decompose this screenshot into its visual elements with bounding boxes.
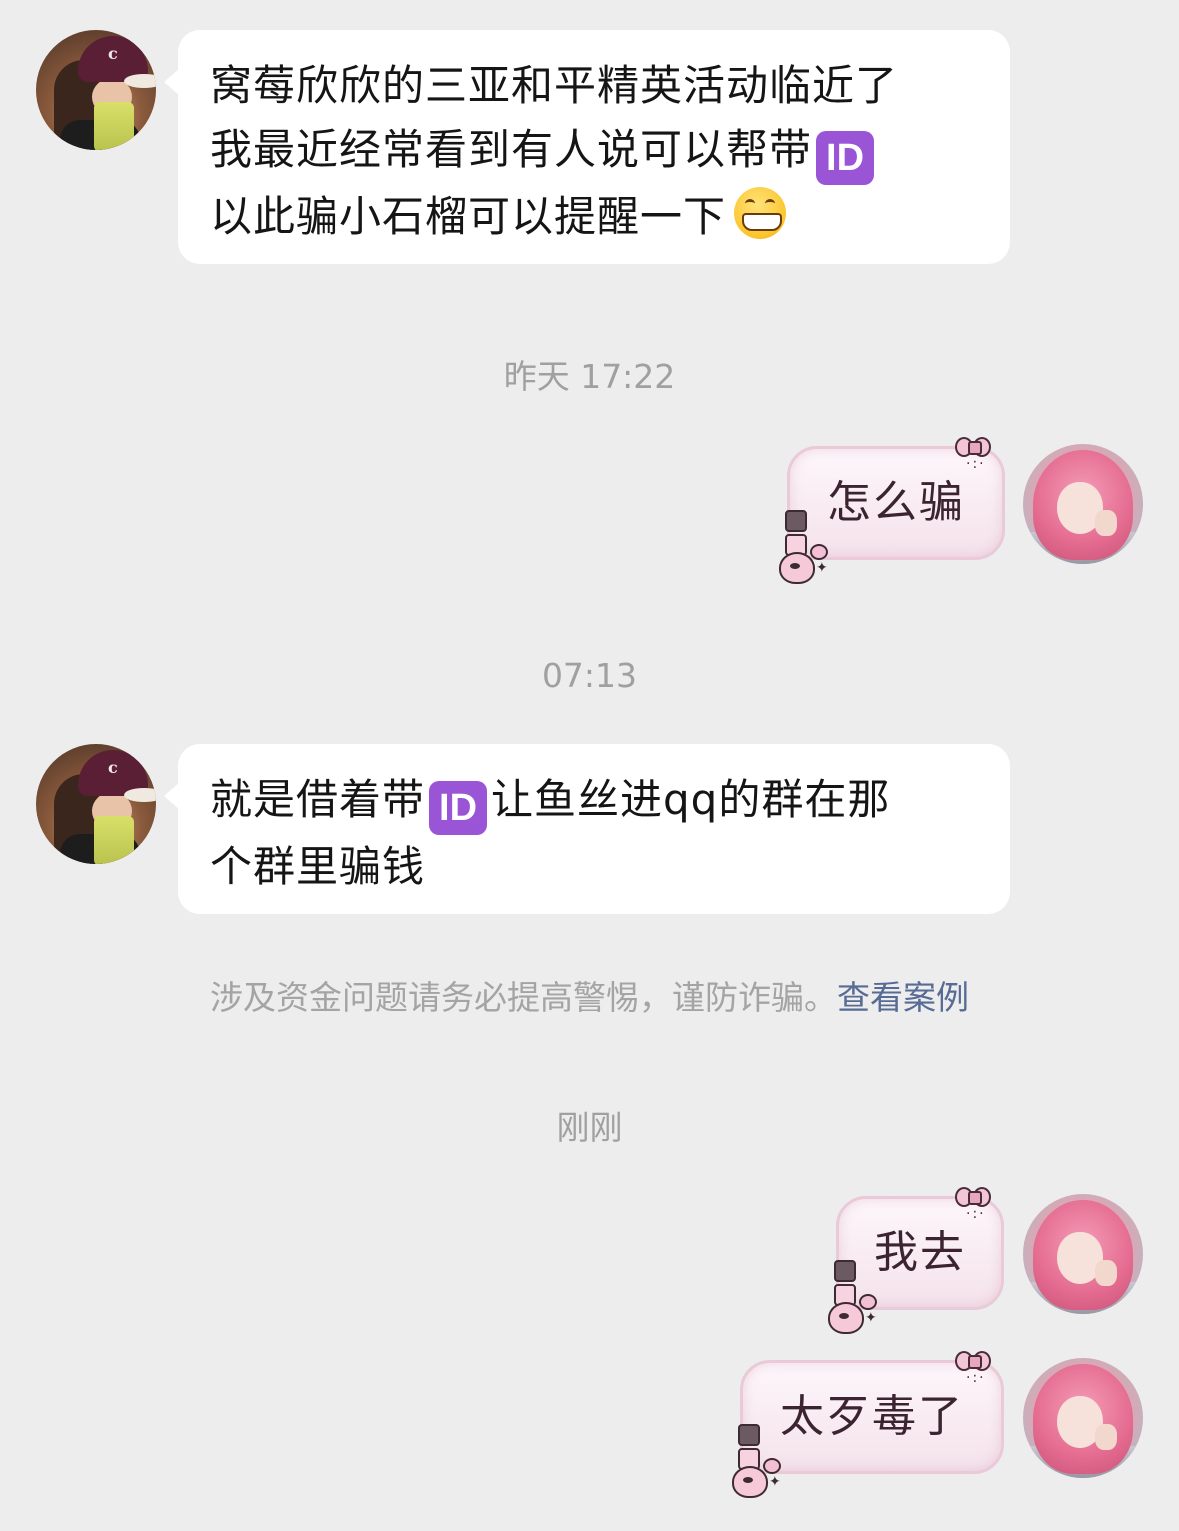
message-timestamp: 07:13 xyxy=(541,656,638,695)
message-text: 太歹毒了 xyxy=(780,1391,964,1442)
block-stack-decoration xyxy=(832,1260,858,1308)
contact-avatar[interactable]: c xyxy=(36,744,156,864)
heart-decoration xyxy=(859,1294,877,1310)
heart-decoration xyxy=(810,544,828,560)
star-decoration: ✦ xyxy=(816,560,828,576)
heart-decoration xyxy=(828,1302,864,1334)
message-text: 让鱼丝进qq的群在那 xyxy=(491,775,891,824)
incoming-message-bubble[interactable]: 窝莓欣欣的三亚和平精英活动临近了 我最近经常看到有人说可以帮带 ID 以此骗小石榴… xyxy=(164,30,1010,264)
message-line: 就是借着带 ID 让鱼丝进qq的群在那 xyxy=(210,768,980,835)
outgoing-message-bubble[interactable]: 太歹毒了 xyxy=(740,1360,1004,1474)
my-avatar[interactable] xyxy=(1023,1358,1143,1478)
dots-decoration: ·:· xyxy=(966,1370,986,1386)
message-timestamp: 刚刚 xyxy=(556,1108,623,1147)
heart-decoration xyxy=(732,1466,768,1498)
dots-decoration: ·:· xyxy=(966,456,986,472)
heart-decoration xyxy=(763,1458,781,1474)
message-line: 我最近经常看到有人说可以帮带 ID xyxy=(210,118,980,185)
message-line: 窝莓欣欣的三亚和平精英活动临近了 xyxy=(210,61,899,110)
block-stack-decoration xyxy=(736,1424,762,1472)
fraud-warning-text: 涉及资金问题请务必提高警惕，谨防诈骗。 xyxy=(210,978,837,1017)
star-decoration: ✦ xyxy=(865,1310,877,1326)
grinning-face-emoji xyxy=(734,187,787,239)
my-avatar[interactable] xyxy=(1023,1194,1143,1314)
my-avatar[interactable] xyxy=(1023,444,1143,564)
incoming-message-bubble[interactable]: 就是借着带 ID 让鱼丝进qq的群在那 个群里骗钱 xyxy=(164,744,1010,914)
block-stack-decoration xyxy=(783,510,809,558)
message-timestamp: 昨天 17:22 xyxy=(503,357,676,396)
message-line: 个群里骗钱 xyxy=(210,842,426,891)
fraud-warning-notice: 涉及资金问题请务必提高警惕，谨防诈骗。查看案例 xyxy=(0,978,1179,1018)
heart-decoration xyxy=(779,552,815,584)
message-text: 以此骗小石榴可以提醒一下 xyxy=(210,192,727,241)
message-line: 以此骗小石榴可以提醒一下 xyxy=(210,185,980,249)
star-decoration: ✦ xyxy=(769,1474,781,1490)
view-cases-link[interactable]: 查看案例 xyxy=(837,978,969,1017)
dots-decoration: ·:· xyxy=(966,1206,986,1222)
message-text: 我去 xyxy=(874,1227,966,1278)
message-text: 我最近经常看到有人说可以帮带 xyxy=(210,125,813,174)
message-text: 怎么骗 xyxy=(827,477,965,528)
message-text: 就是借着带 xyxy=(210,775,426,824)
id-button-emoji: ID xyxy=(816,131,875,185)
contact-avatar[interactable]: c xyxy=(36,30,156,150)
id-button-emoji: ID xyxy=(429,781,488,835)
